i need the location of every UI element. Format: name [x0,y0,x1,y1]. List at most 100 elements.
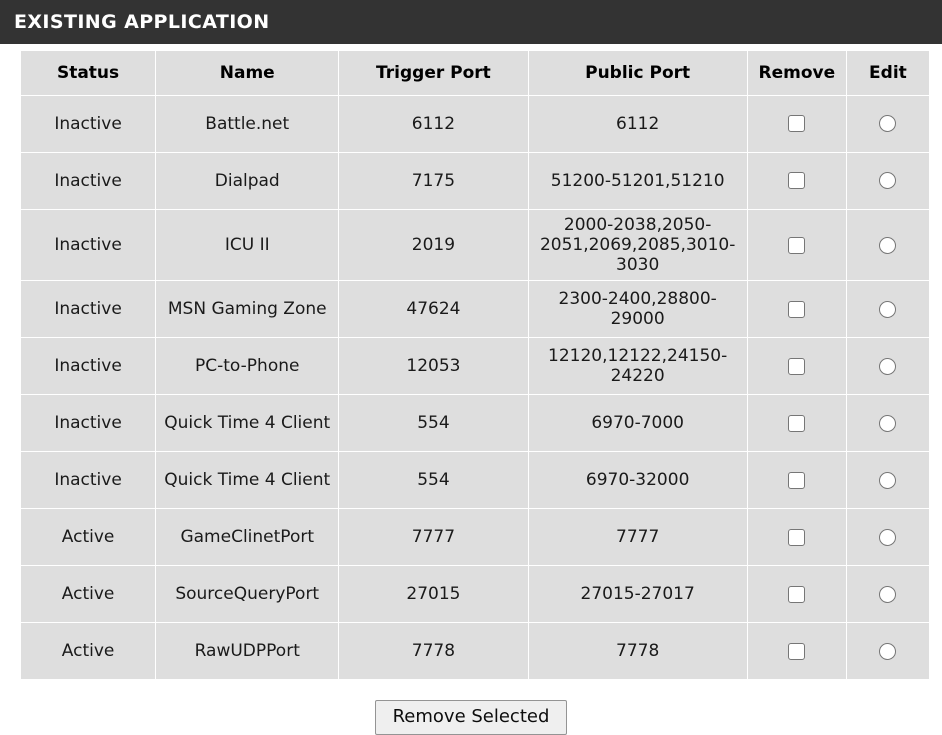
edit-radio[interactable] [879,236,897,254]
cell-public-port: 27015-27017 [528,566,747,623]
cell-trigger-port: 7175 [339,153,528,209]
cell-public-port: 6970-7000 [528,395,747,452]
cell-edit [846,452,929,509]
cell-trigger-port: 554 [339,395,528,452]
cell-edit [846,210,929,281]
cell-edit [846,566,929,623]
table-actions: Remove Selected [0,680,942,735]
cell-edit [846,96,929,152]
remove-checkbox[interactable] [788,471,806,489]
table-row: Inactive Battle.net 6112 6112 [21,96,929,152]
column-header-public-port: Public Port [528,51,747,95]
cell-edit [846,338,929,395]
cell-remove [747,509,846,566]
remove-checkbox[interactable] [788,300,806,318]
remove-checkbox[interactable] [788,528,806,546]
existing-application-table: Status Name Trigger Port Public Port Rem… [20,50,930,681]
cell-name: Quick Time 4 Client [156,395,339,452]
cell-trigger-port: 7777 [339,509,528,566]
table-row: Active SourceQueryPort 27015 27015-27017 [21,566,929,623]
cell-name: GameClinetPort [156,509,339,566]
cell-name: ICU II [156,210,339,281]
table-row: Inactive Dialpad 7175 51200-51201,51210 [21,153,929,209]
cell-name: RawUDPPort [156,623,339,680]
cell-remove [747,153,846,209]
cell-name: Dialpad [156,153,339,209]
cell-status: Inactive [21,153,156,209]
remove-checkbox[interactable] [788,414,806,432]
cell-name: SourceQueryPort [156,566,339,623]
cell-edit [846,281,929,338]
remove-selected-button[interactable]: Remove Selected [374,700,568,735]
cell-remove [747,623,846,680]
cell-name: Quick Time 4 Client [156,452,339,509]
cell-trigger-port: 12053 [339,338,528,395]
cell-trigger-port: 7778 [339,623,528,680]
cell-name: MSN Gaming Zone [156,281,339,338]
cell-trigger-port: 2019 [339,210,528,281]
cell-status: Inactive [21,452,156,509]
cell-status: Inactive [21,395,156,452]
cell-status: Inactive [21,338,156,395]
cell-status: Inactive [21,210,156,281]
cell-remove [747,281,846,338]
remove-checkbox[interactable] [788,115,806,133]
remove-checkbox[interactable] [788,236,806,254]
cell-trigger-port: 47624 [339,281,528,338]
cell-status: Inactive [21,96,156,152]
cell-remove [747,210,846,281]
column-header-remove: Remove [747,51,846,95]
cell-name: Battle.net [156,96,339,152]
column-header-status: Status [21,51,156,95]
cell-public-port: 7777 [528,509,747,566]
table-body: Inactive Battle.net 6112 6112 Inactive Dialpa… [21,96,929,680]
cell-name: PC-to-Phone [156,338,339,395]
edit-radio[interactable] [879,414,897,432]
cell-public-port: 7778 [528,623,747,680]
table-header: Status Name Trigger Port Public Port Rem… [21,51,929,95]
cell-trigger-port: 27015 [339,566,528,623]
edit-radio[interactable] [879,172,897,190]
cell-trigger-port: 554 [339,452,528,509]
cell-public-port: 2000-2038,2050-2051,2069,2085,3010-3030 [528,210,747,281]
column-header-trigger-port: Trigger Port [339,51,528,95]
edit-radio[interactable] [879,585,897,603]
cell-edit [846,153,929,209]
cell-edit [846,395,929,452]
cell-public-port: 2300-2400,28800-29000 [528,281,747,338]
table-row: Active GameClinetPort 7777 7777 [21,509,929,566]
existing-application-table-container: Status Name Trigger Port Public Port Rem… [0,44,942,681]
cell-edit [846,623,929,680]
cell-status: Active [21,509,156,566]
edit-radio[interactable] [879,115,897,133]
table-row: Inactive Quick Time 4 Client 554 6970-32000 [21,452,929,509]
remove-checkbox[interactable] [788,585,806,603]
table-row: Active RawUDPPort 7778 7778 [21,623,929,680]
remove-checkbox[interactable] [788,172,806,190]
cell-public-port: 6970-32000 [528,452,747,509]
edit-radio[interactable] [879,642,897,660]
edit-radio[interactable] [879,471,897,489]
table-row: Inactive ICU II 2019 2000-2038,2050-2051,20… [21,210,929,281]
table-row: Inactive Quick Time 4 Client 554 6970-7000 [21,395,929,452]
table-row: Inactive MSN Gaming Zone 47624 2300-2400,28… [21,281,929,338]
remove-checkbox[interactable] [788,357,806,375]
page-title: EXISTING APPLICATION [14,11,270,33]
edit-radio[interactable] [879,300,897,318]
cell-remove [747,452,846,509]
cell-public-port: 12120,12122,24150-24220 [528,338,747,395]
cell-remove [747,395,846,452]
column-header-edit: Edit [846,51,929,95]
edit-radio[interactable] [879,357,897,375]
remove-checkbox[interactable] [788,642,806,660]
edit-radio[interactable] [879,528,897,546]
cell-remove [747,96,846,152]
cell-status: Inactive [21,281,156,338]
cell-public-port: 51200-51201,51210 [528,153,747,209]
cell-edit [846,509,929,566]
column-header-name: Name [156,51,339,95]
cell-status: Active [21,566,156,623]
table-row: Inactive PC-to-Phone 12053 12120,12122,2415… [21,338,929,395]
page-header: EXISTING APPLICATION [0,0,942,44]
cell-public-port: 6112 [528,96,747,152]
